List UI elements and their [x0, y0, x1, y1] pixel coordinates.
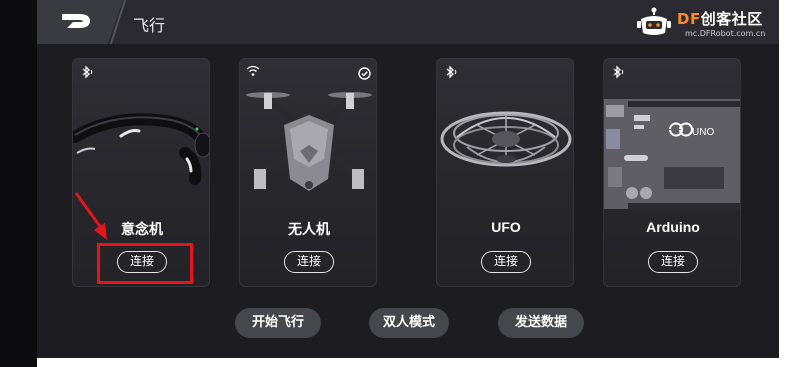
brand-name: DF创客社区 [677, 8, 763, 29]
device-card-arduino[interactable]: UNO Arduino 连接 [603, 58, 741, 287]
drone-image [246, 92, 372, 191]
app-logo-icon [62, 14, 90, 28]
device-card-ufo[interactable]: UFO 连接 [436, 58, 574, 287]
page-title: 飞行 [133, 16, 166, 35]
bluetooth-icon [613, 65, 624, 79]
device-name: 无人机 [288, 221, 330, 237]
arduino-board-image: UNO [604, 99, 740, 209]
annotation-arrow-icon [74, 192, 107, 240]
uno-label: UNO [692, 127, 714, 138]
check-circle-icon [358, 67, 371, 80]
dual-mode-button[interactable]: 双人模式 [369, 308, 449, 338]
bluetooth-icon [446, 65, 457, 79]
brand-name-suffix: 创客社区 [700, 10, 763, 28]
app-window: 飞行 DF创客社区 mc.DFRobot.com.cn 意念机 连接 无人机 连… [37, 0, 779, 358]
connect-button-drone[interactable]: 连接 [284, 251, 334, 273]
home-logo-button[interactable] [37, 0, 123, 44]
start-flight-button[interactable]: 开始飞行 [235, 308, 321, 338]
ufo-image [440, 111, 572, 167]
connect-button-arduino[interactable]: 连接 [648, 251, 698, 273]
robot-mascot-icon [637, 7, 671, 35]
right-border [779, 0, 788, 367]
bottom-border [37, 358, 779, 367]
brand-url: mc.DFRobot.com.cn [685, 29, 766, 38]
annotation-highlight-box [97, 243, 193, 284]
connect-button-ufo[interactable]: 连接 [481, 251, 531, 273]
left-black-border [0, 0, 37, 367]
device-name: UFO [491, 219, 521, 235]
headband-image [73, 113, 209, 185]
wifi-icon [246, 65, 260, 76]
send-data-button[interactable]: 发送数据 [498, 308, 584, 338]
header-bar: 飞行 DF创客社区 mc.DFRobot.com.cn [37, 0, 779, 44]
bluetooth-icon [82, 65, 93, 79]
device-card-drone[interactable]: 无人机 连接 [239, 58, 377, 287]
brand-name-prefix: DF [677, 10, 701, 28]
device-name: Arduino [646, 219, 700, 235]
brand-logo: DF创客社区 mc.DFRobot.com.cn [637, 5, 779, 41]
